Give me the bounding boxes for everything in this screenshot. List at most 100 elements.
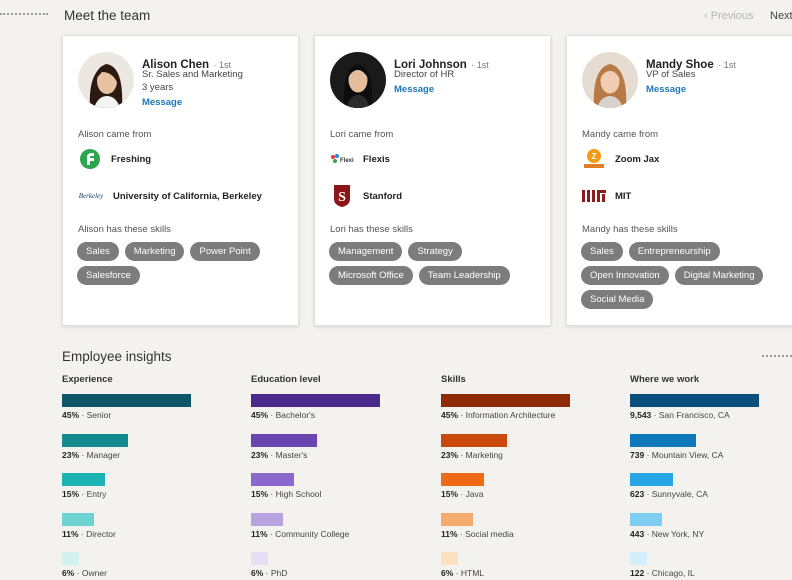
insights-title: Employee insights — [62, 349, 172, 364]
came-from-label: Alison came from — [78, 129, 152, 140]
insight-bar[interactable] — [251, 473, 294, 486]
insight-bar[interactable] — [630, 473, 673, 486]
insight-label-text: · Java — [460, 489, 484, 499]
insight-bar[interactable] — [251, 552, 268, 565]
member-title: VP of Sales — [646, 69, 696, 80]
insight-heading: Skills — [441, 374, 466, 385]
next-button[interactable]: Next — [770, 10, 792, 22]
insight-bar[interactable] — [441, 394, 570, 407]
insight-bar[interactable] — [441, 473, 484, 486]
member-tenure: 3 years — [142, 82, 174, 93]
skill-chip[interactable]: Team Leadership — [418, 266, 510, 285]
insight-label-text: · Entry — [81, 489, 107, 499]
came-from-label: Lori came from — [330, 129, 394, 140]
insight-label-text: · Bachelor's — [270, 410, 316, 420]
insight-bar[interactable] — [441, 552, 458, 565]
svg-text:Z: Z — [592, 152, 597, 161]
skill-chip[interactable]: Power Point — [190, 242, 260, 261]
skill-chip[interactable]: Microsoft Office — [329, 266, 413, 285]
avatar[interactable] — [330, 52, 386, 108]
insight-label: 11% · Social media — [441, 529, 621, 539]
connection-degree: · 1st — [718, 60, 736, 70]
insight-row: 6% · PhD — [251, 552, 431, 580]
previous-button[interactable]: ‹ Previous — [704, 10, 754, 22]
insight-bar[interactable] — [441, 512, 473, 526]
school-name: Stanford — [363, 190, 403, 202]
insight-bar[interactable] — [62, 433, 128, 447]
insight-column-locations: Where we work 9,543 · San Francisco, CA … — [630, 374, 792, 580]
insight-bar[interactable] — [630, 552, 647, 565]
insight-label-text: · Senior — [81, 410, 112, 420]
skill-chip[interactable]: Marketing — [124, 242, 185, 261]
insight-label-text: · HTML — [455, 568, 485, 578]
skill-chip[interactable]: Entrepreneurship — [628, 242, 720, 261]
team-card-lori: Lori Johnson · 1st Director of HR Messag… — [314, 35, 551, 326]
skill-chip[interactable]: Social Media — [581, 290, 654, 309]
insight-label: 45% · Senior — [62, 410, 242, 420]
insight-label-text: · San Francisco, CA — [653, 410, 730, 420]
insight-bar[interactable] — [62, 394, 191, 407]
came-from-label: Mandy came from — [582, 129, 659, 140]
skill-chip[interactable]: Strategy — [408, 242, 462, 261]
insight-bar[interactable] — [62, 552, 79, 565]
company-name: Zoom Jax — [615, 153, 660, 165]
school-item[interactable]: MIT — [582, 184, 631, 208]
insight-row: 739 · Mountain View, CA — [630, 433, 792, 474]
insight-bar[interactable] — [251, 433, 317, 447]
company-item[interactable]: Flexis Flexis — [330, 147, 390, 171]
insight-value: 6% — [62, 568, 75, 578]
insight-bar[interactable] — [630, 433, 696, 447]
chevron-left-icon: ‹ — [704, 10, 711, 22]
company-name: Flexis — [363, 153, 390, 165]
insight-label: 11% · Director — [62, 529, 242, 539]
avatar[interactable] — [78, 52, 134, 108]
school-item[interactable]: Berkeley University of California, Berke… — [78, 184, 262, 208]
insight-bar[interactable] — [630, 512, 662, 526]
insight-label: 739 · Mountain View, CA — [630, 450, 792, 460]
insight-bar[interactable] — [251, 512, 283, 526]
message-link[interactable]: Message — [646, 84, 686, 95]
company-item[interactable]: Z Zoom Jax — [582, 147, 659, 171]
insight-column-skills: Skills 45% · Information Architecture 23… — [441, 374, 621, 580]
insight-label-text: · Director — [80, 528, 116, 539]
insight-label-text: · Manager — [81, 449, 121, 460]
member-title: Sr. Sales and Marketing — [142, 69, 243, 80]
insight-label-text: · New York, NY — [646, 528, 705, 539]
insight-bar[interactable] — [251, 394, 380, 407]
previous-label: Previous — [710, 10, 754, 22]
insight-row: 45% · Senior — [62, 394, 242, 434]
svg-text:S: S — [338, 190, 346, 205]
skill-chip[interactable]: Salesforce — [77, 266, 140, 285]
insight-row: 23% · Marketing — [441, 433, 621, 474]
insight-label-text: · Marketing — [460, 449, 503, 460]
insight-value: 15% — [441, 489, 459, 499]
insight-row: 23% · Manager — [62, 433, 242, 474]
skill-chip[interactable]: Management — [329, 242, 403, 261]
skills-list: Sales Entrepreneurship Open Innovation D… — [581, 242, 792, 309]
insight-value: 6% — [441, 568, 454, 578]
skill-chip[interactable]: Digital Marketing — [674, 266, 764, 285]
insight-heading: Education level — [251, 374, 321, 385]
dotted-divider-left — [0, 13, 48, 15]
message-link[interactable]: Message — [394, 84, 434, 95]
insight-column-experience: Experience 45% · Senior 23% · Manager 15… — [62, 374, 242, 580]
zoomjax-logo-icon: Z — [582, 147, 606, 171]
team-card-alison: Alison Chen · 1st Sr. Sales and Marketin… — [62, 35, 299, 326]
insight-bar[interactable] — [630, 394, 759, 407]
message-link[interactable]: Message — [142, 97, 182, 108]
insight-label: 23% · Manager — [62, 450, 242, 460]
insight-bar[interactable] — [441, 433, 507, 447]
insight-bar[interactable] — [62, 512, 94, 526]
insight-bar[interactable] — [62, 473, 105, 486]
skill-chip[interactable]: Sales — [581, 242, 623, 261]
insight-label: 23% · Master's — [251, 450, 431, 460]
school-item[interactable]: S Stanford — [330, 184, 402, 208]
avatar[interactable] — [582, 52, 638, 108]
insight-heading: Where we work — [630, 374, 700, 385]
skill-chip[interactable]: Sales — [77, 242, 119, 261]
company-item[interactable]: Freshing — [78, 147, 151, 171]
insight-label: 122 · Chicago, IL — [630, 568, 792, 578]
skill-chip[interactable]: Open Innovation — [581, 266, 669, 285]
freshing-logo-icon — [78, 147, 102, 171]
skills-list: Management Strategy Microsoft Office Tea… — [329, 242, 544, 285]
